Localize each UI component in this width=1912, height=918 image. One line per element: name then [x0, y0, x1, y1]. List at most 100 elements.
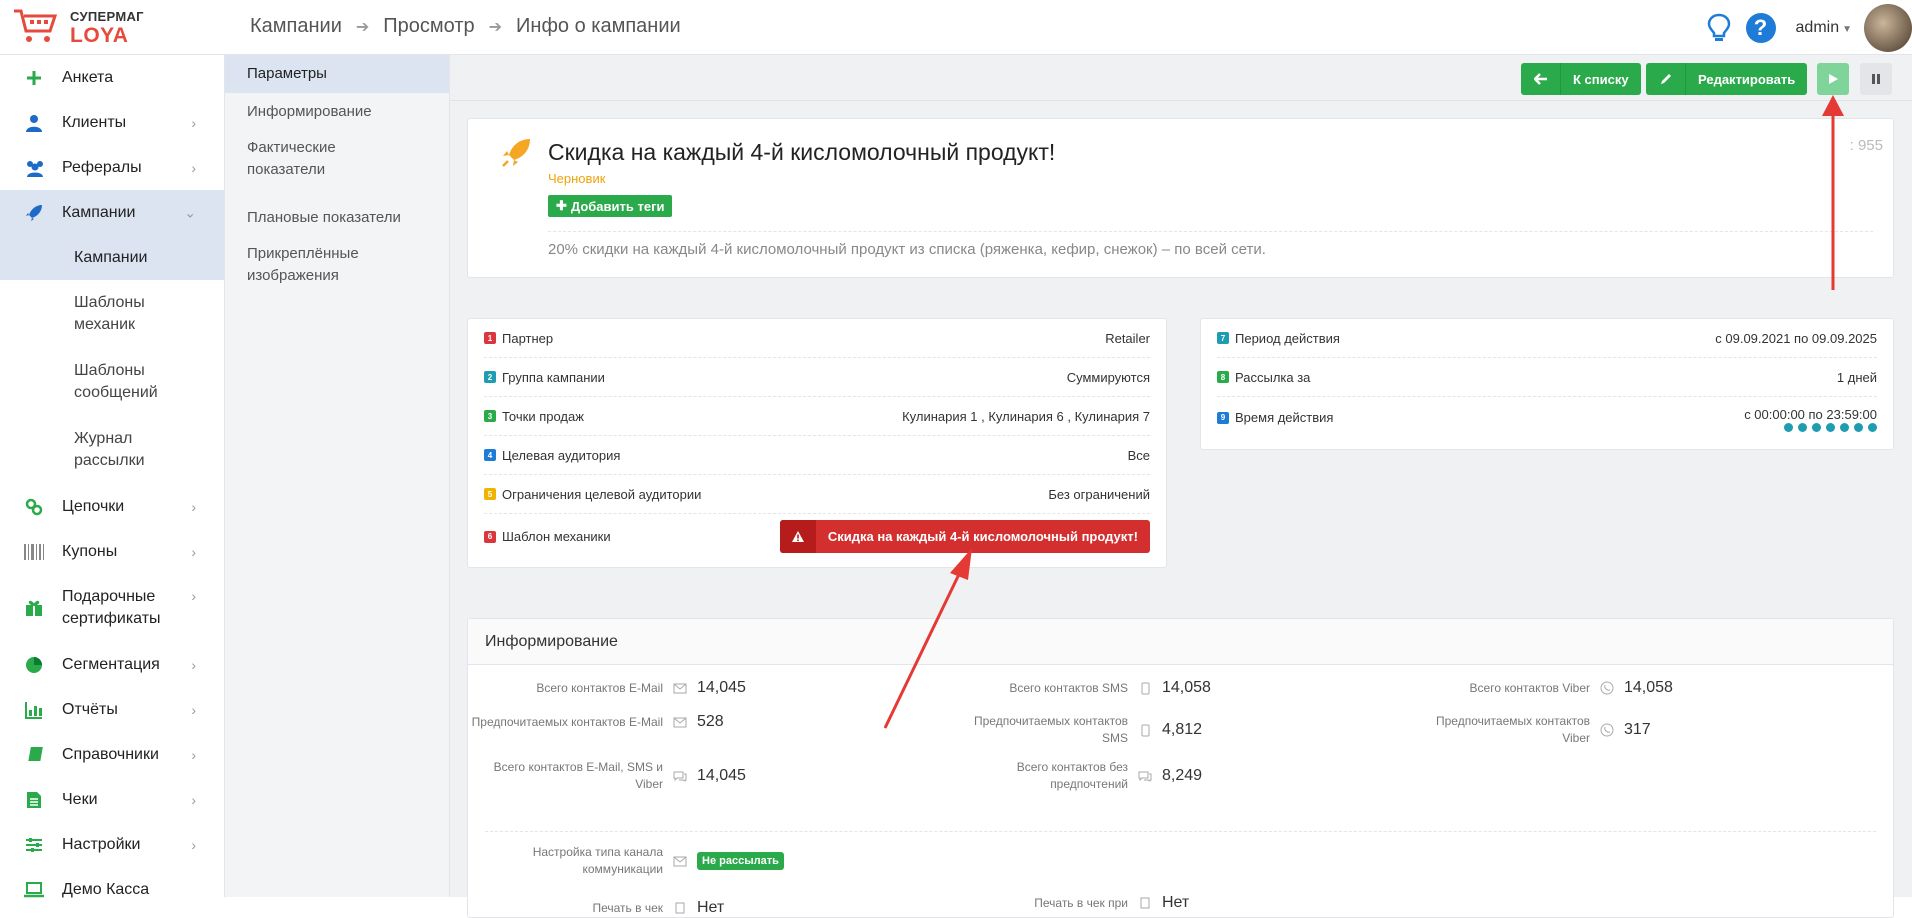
- envelope-icon: [673, 681, 687, 695]
- informing-title: Информирование: [468, 619, 1893, 665]
- subnav-informing[interactable]: Информирование: [225, 93, 449, 131]
- sidebar-item-reports[interactable]: Отчёты ›: [0, 687, 224, 732]
- document-icon: [1138, 896, 1152, 910]
- param-row-partner: 1 Партнер Retailer: [484, 319, 1150, 358]
- chevron-right-icon: ›: [191, 543, 196, 560]
- param-value: Суммируются: [1066, 369, 1150, 385]
- stat-value: 14,058: [1624, 679, 1673, 696]
- breadcrumb: Кампании ➔ Просмотр ➔ Инфо о кампании: [250, 15, 681, 38]
- num-badge: 1: [484, 332, 496, 344]
- param-label: Рассылка за: [1235, 369, 1311, 385]
- sidebar-item-directories[interactable]: Справочники ›: [0, 732, 224, 777]
- weekday-dot: [1784, 423, 1793, 432]
- chevron-right-icon: ›: [191, 159, 196, 176]
- param-row-group: 2 Группа кампании Суммируются: [484, 358, 1150, 397]
- rocket-icon: [502, 139, 530, 167]
- sidebar-item-receipts[interactable]: Чеки ›: [0, 777, 224, 822]
- edit-button[interactable]: Редактировать: [1646, 63, 1808, 95]
- stat-no-preference: Всего контактов без предпочтений 8,249: [948, 759, 1202, 793]
- num-badge: 9: [1217, 411, 1229, 424]
- sidebar-item-coupons[interactable]: Купоны ›: [0, 529, 224, 574]
- stat-label: Всего контактов E-Mail, SMS и Viber: [493, 760, 663, 791]
- sidebar-item-settings[interactable]: Настройки ›: [0, 822, 224, 867]
- subnav-attached-images[interactable]: Прикреплённые изображения: [225, 237, 439, 305]
- weekday-dot: [1798, 423, 1807, 432]
- sidebar: Анкета Клиенты › Рефералы › Кампании ⌄ К…: [0, 55, 225, 898]
- play-button[interactable]: [1817, 63, 1849, 95]
- document-icon: [673, 901, 687, 915]
- sidebar-item-segmentation[interactable]: Сегментация ›: [0, 642, 224, 687]
- param-label: Партнер: [502, 330, 554, 346]
- chevron-right-icon: ›: [191, 498, 196, 515]
- pause-button[interactable]: [1860, 63, 1892, 95]
- app-logo[interactable]: СУПЕРМАГ LOYA: [12, 5, 212, 49]
- sidebar-subitem-campaigns[interactable]: Кампании: [0, 235, 224, 280]
- campaign-description: 20% скидки на каждый 4-й кисломолочный п…: [548, 241, 1266, 258]
- param-label: Время действия: [1235, 410, 1334, 425]
- top-bar: СУПЕРМАГ LOYA Кампании ➔ Просмотр ➔ Инфо…: [0, 0, 1912, 55]
- stat-value: 14,045: [697, 767, 746, 784]
- plus-icon: [24, 68, 44, 88]
- add-tags-button[interactable]: ✚ Добавить теги: [548, 195, 673, 217]
- weekday-dot: [1854, 423, 1863, 432]
- sidebar-item-form[interactable]: Анкета: [0, 55, 224, 100]
- stat-viber-total: Всего контактов Viber 14,058: [1418, 679, 1673, 697]
- num-badge: 7: [1217, 332, 1229, 344]
- sidebar-item-label: Анкета: [62, 68, 114, 86]
- warning-icon: [779, 520, 816, 553]
- sidebar-item-demo-cashier[interactable]: Демо Касса: [0, 867, 224, 912]
- breadcrumb-view[interactable]: Просмотр: [383, 15, 474, 38]
- campaign-title: Скидка на каждый 4-й кисломолочный проду…: [548, 139, 1056, 165]
- sidebar-item-campaigns[interactable]: Кампании ⌄: [0, 190, 224, 235]
- stat-label: Всего контактов Viber: [1469, 680, 1590, 695]
- back-to-list-button[interactable]: К списку: [1521, 63, 1641, 95]
- barcode-icon: [24, 542, 44, 562]
- stat-email-preferred: Предпочитаемых контактов E-Mail 528: [468, 713, 768, 731]
- subnav-planned-metrics[interactable]: Плановые показатели: [225, 199, 449, 237]
- param-label: Группа кампании: [502, 369, 605, 385]
- user-menu[interactable]: admin ▼: [1796, 19, 1852, 37]
- lightbulb-icon[interactable]: [1706, 13, 1732, 43]
- sidebar-item-label: Подарочные сертификаты: [62, 588, 161, 627]
- sidebar-subitem-mailing-log[interactable]: Журнал рассылки: [0, 416, 170, 484]
- param-label: Шаблон механики: [502, 529, 611, 544]
- num-badge: 4: [484, 449, 496, 461]
- mechanic-template-button[interactable]: Скидка на каждый 4-й кисломолочный проду…: [779, 520, 1150, 553]
- breadcrumb-campaigns[interactable]: Кампании: [250, 15, 342, 38]
- logo-text-bottom: LOYA: [70, 24, 129, 47]
- sidebar-item-label: Купоны: [62, 542, 118, 560]
- sidebar-subitem-message-templates[interactable]: Шаблоны сообщений: [0, 348, 170, 416]
- subnav-actual-metrics[interactable]: Фактические показатели: [225, 131, 439, 199]
- num-badge: 2: [484, 371, 496, 383]
- param-row-points-of-sale: 3 Точки продаж Кулинария 1 , Кулинария 6 …: [484, 397, 1150, 436]
- user-name: admin: [1795, 18, 1840, 36]
- help-icon[interactable]: ?: [1745, 12, 1776, 43]
- rocket-icon: [24, 203, 44, 223]
- stat-label: Предпочитаемых контактов E-Mail: [471, 714, 663, 729]
- campaign-status: Черновик: [548, 171, 606, 186]
- pencil-icon: [1646, 63, 1686, 95]
- sidebar-subitem-mechanic-templates[interactable]: Шаблоны механик: [0, 280, 170, 348]
- envelope-icon: [673, 715, 687, 729]
- stat-value: 528: [697, 713, 724, 730]
- sliders-icon: [24, 835, 44, 855]
- avatar[interactable]: [1864, 3, 1912, 52]
- add-tags-label: Добавить теги: [570, 198, 665, 214]
- sidebar-item-chains[interactable]: Цепочки ›: [0, 484, 224, 529]
- stat-viber-preferred: Предпочитаемых контактов Viber 317: [1418, 713, 1651, 747]
- param-row-period: 7 Период действия с 09.09.2021 по 09.09.2…: [1217, 319, 1877, 358]
- sidebar-item-clients[interactable]: Клиенты ›: [0, 100, 224, 145]
- sidebar-item-gift-certificates[interactable]: Подарочные сертификаты ›: [0, 574, 224, 642]
- num-badge: 6: [484, 530, 496, 543]
- sidebar-item-referrals[interactable]: Рефералы ›: [0, 145, 224, 190]
- phone-icon: [1138, 681, 1152, 695]
- breadcrumb-arrow-icon: ➔: [355, 18, 370, 36]
- subnav-params[interactable]: Параметры: [225, 55, 449, 93]
- param-value: Все: [1127, 447, 1150, 463]
- chevron-right-icon: ›: [191, 746, 196, 763]
- sidebar-item-label: Справочники: [62, 745, 159, 763]
- chevron-right-icon: ›: [191, 701, 196, 718]
- param-value: 1 дней: [1836, 369, 1877, 385]
- stat-value: 14,045: [697, 679, 746, 696]
- phone-icon: [1138, 723, 1152, 737]
